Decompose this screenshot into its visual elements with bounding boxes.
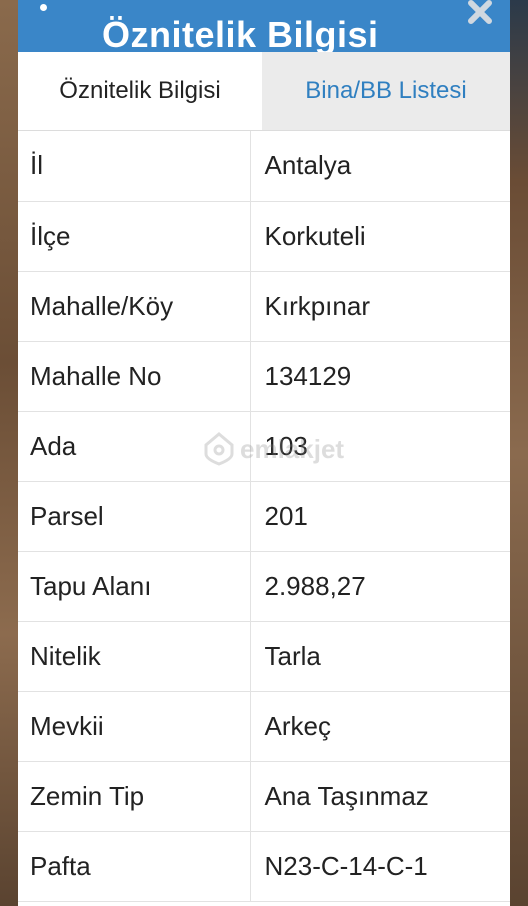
table-row: Zemin Tip Ana Taşınmaz [18,761,510,832]
attribute-value: 2.988,27 [250,551,510,622]
attribute-value: N23-C-14-C-1 [250,831,510,902]
attribute-value: Korkuteli [250,201,510,272]
attribute-key: Mahalle No [18,341,251,412]
table-row: Mahalle No 134129 [18,341,510,412]
attribute-value: 103 [250,411,510,482]
dialog-titlebar: Öznitelik Bilgisi [18,0,510,52]
dialog-title: Öznitelik Bilgisi [102,14,379,52]
attribute-key: Mahalle/Köy [18,271,251,342]
table-row: Parsel 201 [18,481,510,552]
attribute-value: Arkeç [250,691,510,762]
attribute-value: 134129 [250,341,510,412]
table-row: Tapu Alanı 2.988,27 [18,551,510,622]
attribute-value: Ana Taşınmaz [250,761,510,832]
table-row: İl Antalya [18,131,510,202]
table-row: Mevkii Arkeç [18,691,510,762]
close-button[interactable] [464,0,496,28]
attribute-info-dialog: Öznitelik Bilgisi Öznitelik Bilgisi Bina… [18,0,510,906]
tab-attribute-info[interactable]: Öznitelik Bilgisi [18,52,262,130]
attribute-key: Pafta [18,831,251,902]
attribute-key: İlçe [18,201,251,272]
tab-bar: Öznitelik Bilgisi Bina/BB Listesi [18,52,510,131]
close-icon [468,0,492,24]
attribute-key: Mevkii [18,691,251,762]
attribute-key: Zemin Tip [18,761,251,832]
attribute-value: 201 [250,481,510,552]
table-row: İlçe Korkuteli [18,201,510,272]
attribute-table: İl Antalya İlçe Korkuteli Mahalle/Köy Kı… [18,131,510,902]
attribute-value: Kırkpınar [250,271,510,342]
attribute-value: Tarla [250,621,510,692]
attribute-value: Antalya [250,131,510,202]
attribute-key: Tapu Alanı [18,551,251,622]
attribute-key: İl [18,131,251,202]
tab-building-list[interactable]: Bina/BB Listesi [262,52,510,130]
attribute-key: Nitelik [18,621,251,692]
titlebar-dot [40,4,47,11]
table-row: Nitelik Tarla [18,621,510,692]
table-row: Mahalle/Köy Kırkpınar [18,271,510,342]
attribute-key: Parsel [18,481,251,552]
map-background-left [0,0,18,906]
map-background-right [510,0,528,906]
table-row: Ada 103 [18,411,510,482]
table-row: Pafta N23-C-14-C-1 [18,831,510,902]
attribute-key: Ada [18,411,251,482]
